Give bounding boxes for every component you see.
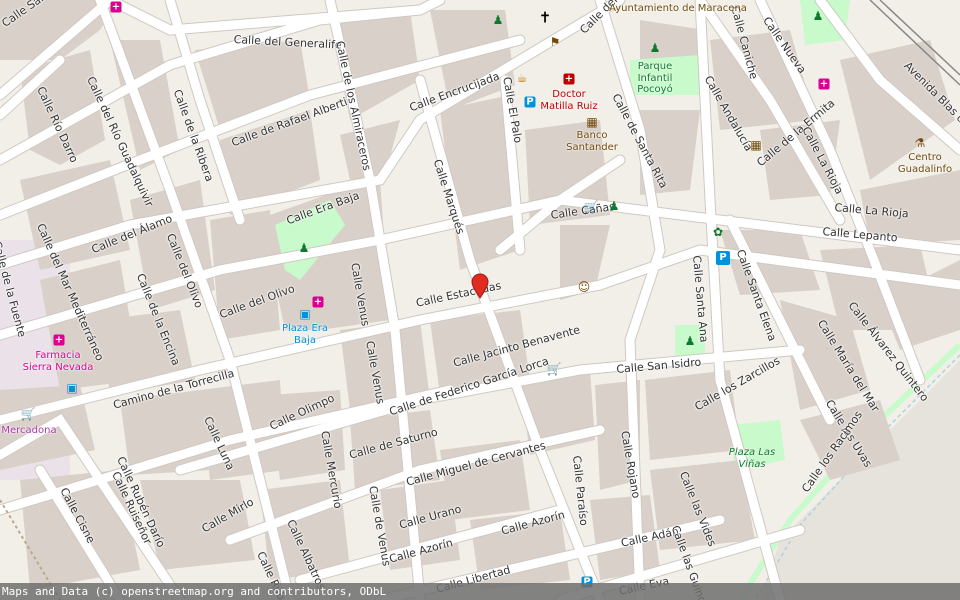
theatre-icon[interactable]: ☺ — [578, 281, 591, 293]
map-canvas[interactable]: Calle San Antonio Calle del Generalife C… — [0, 0, 960, 600]
parking-icon[interactable]: P — [716, 251, 730, 265]
poi-label-community-centre: Centro Guadalinfo — [897, 152, 953, 175]
poi-label-playground: Parque Infantil Pocoyó — [637, 61, 673, 95]
pharmacy-icon[interactable]: + — [53, 334, 65, 346]
location-pin-icon[interactable] — [471, 273, 489, 299]
poi-label-supermarket: Mercadona — [1, 425, 57, 436]
pharmacy-icon[interactable]: + — [312, 296, 324, 308]
parking-icon[interactable]: P — [524, 96, 536, 108]
playground-icon[interactable]: ♟ — [609, 200, 620, 212]
bank-icon[interactable]: ▦ — [750, 139, 761, 151]
map-attribution: Maps and Data (c) openstreetmap.org and … — [0, 583, 960, 600]
playground-icon[interactable]: ♟ — [650, 42, 661, 54]
pharmacy-icon[interactable]: + — [110, 1, 122, 13]
church-icon[interactable]: ✝ — [539, 10, 552, 26]
bank-icon[interactable]: ▦ — [586, 116, 597, 128]
playground-icon[interactable]: ♟ — [493, 14, 504, 26]
bus-stop-icon[interactable]: ▣ — [299, 308, 310, 320]
bus-stop-icon[interactable]: ▣ — [66, 382, 77, 394]
poi-label-park: Plaza Las Viñas — [728, 447, 776, 470]
poi-label-bus-stop: Plaza Era Baja — [281, 323, 329, 346]
poi-label-bank: Banco Santander — [566, 130, 618, 153]
poi-label-town-hall: Ayuntamiento de Maracena — [609, 3, 747, 14]
shop-icon[interactable]: 🛒 — [584, 201, 599, 213]
pharmacy-icon[interactable]: + — [563, 73, 575, 85]
shop-icon[interactable]: 🛒 — [547, 363, 562, 375]
playground-icon[interactable]: ♟ — [813, 10, 824, 22]
town-hall-icon[interactable]: ⚑ — [550, 36, 561, 48]
community-centre-icon[interactable]: ⚗ — [915, 137, 926, 149]
playground-icon[interactable]: ♟ — [299, 242, 310, 254]
poi-label-pharmacy: Doctor Matilla Ruiz — [540, 89, 598, 112]
dog-park-icon[interactable]: ✿ — [713, 226, 723, 238]
cafe-icon[interactable]: ☕ — [517, 72, 528, 84]
pharmacy-icon[interactable]: + — [818, 78, 830, 90]
playground-icon[interactable]: ♟ — [685, 335, 696, 347]
supermarket-icon[interactable]: 🛒 — [21, 408, 36, 420]
poi-label-pharmacy: Farmacia Sierra Nevada — [22, 350, 94, 373]
